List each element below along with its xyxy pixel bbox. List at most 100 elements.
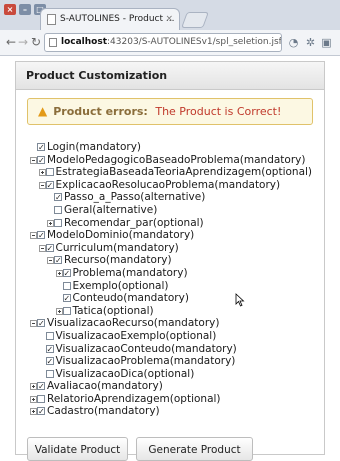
minimize-icon[interactable]: – bbox=[19, 4, 31, 15]
feature-checkbox[interactable] bbox=[54, 193, 62, 202]
feature-checkbox[interactable] bbox=[54, 218, 62, 227]
panel-title: Product Customization bbox=[16, 62, 324, 90]
feature-checkbox[interactable] bbox=[54, 256, 62, 265]
feature-checkbox[interactable] bbox=[45, 331, 54, 340]
alert-message: The Product is Correct! bbox=[155, 105, 282, 118]
collapse-icon[interactable] bbox=[30, 320, 37, 328]
tree-node[interactable]: Exemplo(optional) bbox=[16, 280, 326, 293]
tree-node-label: Passo_a_Passo(alternative) bbox=[64, 191, 206, 204]
tree-node-label: Curriculum(mandatory) bbox=[55, 241, 179, 254]
tree-node[interactable]: VisualizacaoProblema(mandatory) bbox=[16, 355, 326, 368]
feature-checkbox[interactable] bbox=[62, 268, 71, 277]
expand-icon[interactable] bbox=[30, 383, 37, 391]
feature-checkbox[interactable] bbox=[45, 243, 54, 252]
collapse-icon[interactable] bbox=[30, 232, 37, 240]
address-bar[interactable]: localhost:43203/S-AUTOLINESv1/spl_seleti… bbox=[44, 33, 282, 52]
tree-node[interactable]: Recurso(mandatory) bbox=[16, 254, 326, 267]
mouse-cursor-icon bbox=[235, 293, 245, 307]
tree-node[interactable]: Avaliacao(mandatory) bbox=[16, 380, 326, 393]
menu-icon[interactable]: ▣ bbox=[320, 37, 333, 49]
tree-node-label: Avaliacao(mandatory) bbox=[47, 380, 163, 393]
expand-icon[interactable] bbox=[30, 408, 37, 416]
feature-checkbox[interactable] bbox=[37, 231, 45, 240]
tree-node[interactable]: Cadastro(mandatory) bbox=[16, 405, 326, 418]
tree-node[interactable]: Conteudo(mandatory) bbox=[16, 292, 326, 305]
expand-icon[interactable] bbox=[55, 307, 63, 315]
expand-icon[interactable] bbox=[47, 219, 54, 227]
page-content: Product Customization ▲ Product errors: T… bbox=[0, 57, 340, 461]
feature-checkbox[interactable] bbox=[37, 143, 45, 151]
validate-product-button[interactable]: Validate Product bbox=[27, 437, 128, 461]
feature-checkbox[interactable] bbox=[37, 382, 45, 391]
feature-checkbox[interactable] bbox=[62, 294, 71, 303]
alert-title: Product errors: bbox=[53, 105, 148, 118]
feature-checkbox[interactable] bbox=[62, 306, 71, 315]
tree-node[interactable]: Problema(mandatory) bbox=[16, 267, 326, 280]
tree-node-label: VisualizacaoDica(optional) bbox=[55, 367, 195, 380]
tree-node[interactable]: ModeloPedagogicoBaseadoProblema(mandator… bbox=[16, 154, 326, 167]
tab-title: S-AUTOLINES - Product ... bbox=[60, 14, 175, 24]
new-tab-button[interactable] bbox=[181, 12, 209, 28]
page-icon bbox=[49, 38, 57, 47]
browser-tab[interactable]: S-AUTOLINES - Product ... × bbox=[40, 8, 180, 30]
feature-checkbox[interactable] bbox=[62, 281, 71, 290]
tree-node-label: EstrategiaBaseadaTeoriaAprendizagem(opti… bbox=[55, 166, 313, 179]
tree-node[interactable]: RelatorioAprendizagem(optional) bbox=[16, 393, 326, 406]
tree-node-label: VisualizacaoExemplo(optional) bbox=[55, 329, 217, 342]
tree-node-label: Login(mandatory) bbox=[47, 141, 142, 153]
expand-icon[interactable] bbox=[55, 269, 63, 277]
tree-node-label: VisualizacaoConteudo(mandatory) bbox=[55, 342, 237, 355]
feature-checkbox[interactable] bbox=[37, 407, 45, 416]
expand-icon[interactable] bbox=[38, 169, 46, 177]
url-host: localhost bbox=[61, 37, 108, 47]
reload-icon[interactable]: ↻ bbox=[29, 35, 43, 49]
feature-checkbox[interactable] bbox=[37, 155, 45, 164]
collapse-icon[interactable] bbox=[30, 156, 37, 164]
close-window-icon[interactable]: × bbox=[4, 4, 16, 15]
tree-node-label: RelatorioAprendizagem(optional) bbox=[47, 392, 221, 405]
tree-node-label: Recomendar_par(optional) bbox=[64, 216, 204, 229]
feature-checkbox[interactable] bbox=[37, 319, 45, 328]
tree-node[interactable]: VisualizacaoRecurso(mandatory) bbox=[16, 317, 326, 330]
tree-node[interactable]: VisualizacaoDica(optional) bbox=[16, 368, 326, 381]
collapse-icon[interactable] bbox=[47, 257, 54, 265]
collapse-icon[interactable] bbox=[38, 181, 46, 189]
tree-node[interactable]: Recomendar_par(optional) bbox=[16, 217, 326, 230]
tree-node[interactable]: Passo_a_Passo(alternative) bbox=[16, 191, 326, 204]
tree-node-label: Problema(mandatory) bbox=[72, 266, 188, 279]
warning-icon: ▲ bbox=[38, 104, 48, 118]
forward-arrow-icon[interactable]: → bbox=[16, 35, 30, 49]
tree-node-label: Conteudo(mandatory) bbox=[72, 292, 189, 305]
tree-node[interactable]: ExplicacaoResolucaoProblema(mandatory) bbox=[16, 179, 326, 192]
generate-product-button[interactable]: Generate Product bbox=[136, 437, 253, 461]
tree-node[interactable]: ModeloDominio(mandatory) bbox=[16, 229, 326, 242]
feature-checkbox[interactable] bbox=[45, 369, 54, 378]
tab-close-icon[interactable]: × bbox=[165, 9, 173, 29]
tree-node[interactable]: VisualizacaoConteudo(mandatory) bbox=[16, 343, 326, 356]
feature-checkbox[interactable] bbox=[45, 168, 54, 177]
tree-node-label: ModeloDominio(mandatory) bbox=[47, 229, 195, 242]
tree-node-label: Exemplo(optional) bbox=[72, 279, 169, 292]
tree-node[interactable]: VisualizacaoExemplo(optional) bbox=[16, 330, 326, 343]
feature-checkbox[interactable] bbox=[45, 180, 54, 189]
extension-icon[interactable]: ✲ bbox=[304, 37, 317, 49]
collapse-icon[interactable] bbox=[38, 244, 46, 252]
feature-checkbox[interactable] bbox=[45, 357, 54, 366]
tree-node-label: ModeloPedagogicoBaseadoProblema(mandator… bbox=[47, 153, 306, 166]
url-path: :43203/S-AUTOLINESv1/spl_seletion.jsf bbox=[107, 37, 282, 47]
expand-icon[interactable] bbox=[30, 395, 37, 403]
feature-tree: Login(mandatory)ModeloPedagogicoBaseadoP… bbox=[16, 141, 326, 418]
tree-node[interactable]: Tatica(optional) bbox=[16, 305, 326, 318]
feature-checkbox[interactable] bbox=[45, 344, 54, 353]
tree-node-label: VisualizacaoRecurso(mandatory) bbox=[47, 317, 220, 330]
tree-node[interactable]: EstrategiaBaseadaTeoriaAprendizagem(opti… bbox=[16, 166, 326, 179]
tree-node[interactable]: Geral(alternative) bbox=[16, 204, 326, 217]
tree-node[interactable]: Curriculum(mandatory) bbox=[16, 242, 326, 255]
feature-checkbox[interactable] bbox=[54, 205, 62, 214]
tree-node-label: Tatica(optional) bbox=[72, 304, 154, 317]
feature-checkbox[interactable] bbox=[37, 394, 45, 403]
product-customization-panel: Product Customization ▲ Product errors: T… bbox=[15, 61, 326, 461]
tree-node-label: VisualizacaoProblema(mandatory) bbox=[55, 355, 236, 368]
tree-node[interactable]: Login(mandatory) bbox=[16, 141, 326, 154]
extension-icon[interactable]: ◔ bbox=[287, 37, 300, 49]
